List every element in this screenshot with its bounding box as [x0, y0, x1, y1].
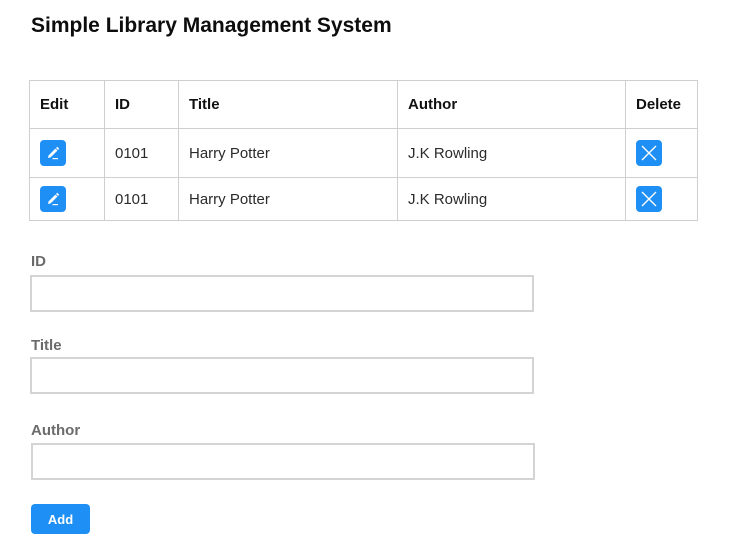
edit-button[interactable] — [40, 140, 66, 166]
edit-cell — [29, 128, 105, 178]
cell-author: J.K Rowling — [397, 177, 626, 221]
header-id: ID — [104, 80, 179, 129]
delete-button[interactable] — [636, 186, 662, 212]
edit-button[interactable] — [40, 186, 66, 212]
title-input[interactable] — [30, 357, 534, 394]
delete-cell — [625, 177, 698, 221]
add-button[interactable]: Add — [31, 504, 90, 534]
edit-cell — [29, 177, 105, 221]
close-x-icon — [641, 145, 657, 161]
cell-id: 0101 — [104, 128, 179, 178]
title-label: Title — [31, 337, 62, 354]
delete-button[interactable] — [636, 140, 662, 166]
cell-id: 0101 — [104, 177, 179, 221]
author-label: Author — [31, 422, 81, 439]
page-title: Simple Library Management System — [31, 14, 392, 37]
id-input[interactable] — [30, 275, 534, 312]
table-row: 0101 Harry Potter J.K Rowling — [29, 128, 698, 178]
id-label: ID — [31, 253, 46, 270]
header-delete: Delete — [625, 80, 698, 129]
header-author: Author — [397, 80, 626, 129]
table-row: 0101 Harry Potter J.K Rowling — [29, 177, 698, 221]
edit-pencil-icon — [48, 192, 60, 206]
cell-author: J.K Rowling — [397, 128, 626, 178]
author-input[interactable] — [31, 443, 535, 480]
edit-pencil-icon — [48, 146, 60, 160]
table-header-row: Edit ID Title Author Delete — [29, 80, 698, 129]
delete-cell — [625, 128, 698, 178]
cell-title: Harry Potter — [178, 177, 398, 221]
header-title: Title — [178, 80, 398, 129]
close-x-icon — [641, 191, 657, 207]
books-table: Edit ID Title Author Delete 0101 Harry P… — [29, 80, 698, 221]
cell-title: Harry Potter — [178, 128, 398, 178]
header-edit: Edit — [29, 80, 105, 129]
